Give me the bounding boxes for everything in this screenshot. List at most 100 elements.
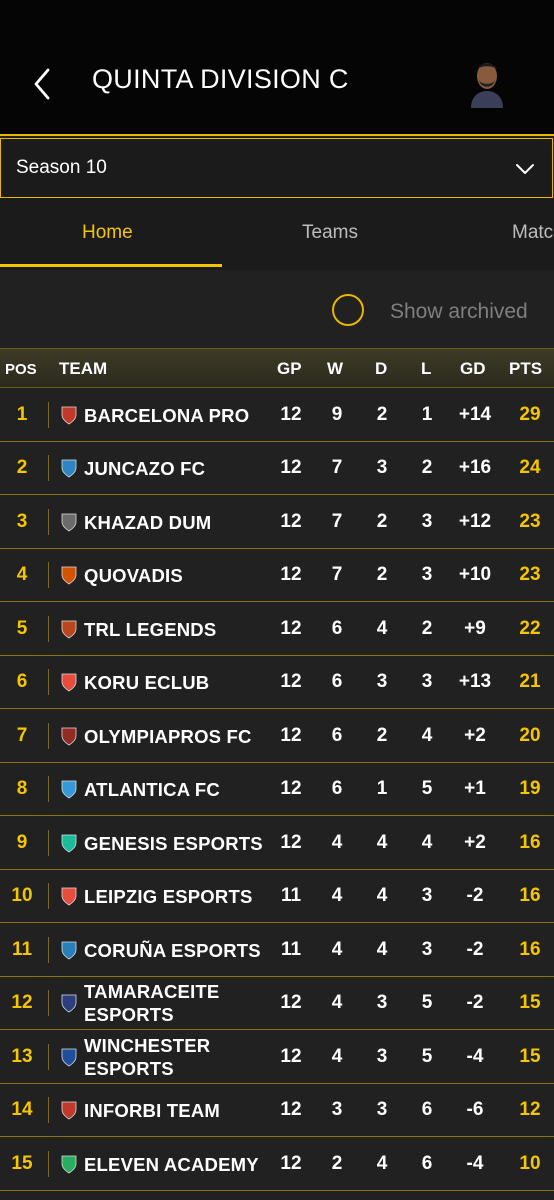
position-cell: 12 [11, 992, 33, 1014]
table-row[interactable]: 7 OLYMPIAPROS FC 12 6 2 4 +2 20 [0, 709, 554, 763]
show-archived-radio[interactable] [332, 294, 364, 326]
team-crest-icon [61, 406, 77, 425]
row-divider [48, 776, 49, 803]
points-cell: 16 [519, 831, 541, 853]
position-cell: 3 [16, 510, 28, 532]
team-name[interactable]: INFORBI TEAM [84, 1099, 220, 1122]
losses-cell: 6 [421, 1152, 433, 1174]
goal-difference-cell: +14 [458, 403, 492, 425]
games-played-cell: 12 [280, 510, 302, 532]
user-avatar-icon[interactable] [463, 56, 511, 108]
page-title: QUINTA DIVISION C [92, 64, 349, 94]
team-name[interactable]: BARCELONA PRO [84, 404, 249, 427]
team-name[interactable]: TRL LEGENDS [84, 618, 216, 641]
wins-cell: 9 [331, 403, 343, 425]
season-select[interactable]: Season 10 [0, 138, 553, 198]
header-d[interactable]: D [375, 359, 387, 379]
header-team[interactable]: TEAM [59, 359, 107, 379]
team-name[interactable]: ATLANTICA FC [84, 778, 220, 801]
team-name[interactable]: LEIPZIG ESPORTS [84, 885, 253, 908]
row-divider [48, 1097, 49, 1124]
table-row[interactable]: 1 BARCELONA PRO 12 9 2 1 +14 29 [0, 388, 554, 442]
header-pts[interactable]: PTS [509, 359, 542, 379]
table-row[interactable]: 12 TAMARACEITE ESPORTS 12 4 3 5 -2 15 [0, 976, 554, 1030]
row-divider [48, 1043, 49, 1070]
table-row[interactable]: 15 ELEVEN ACADEMY 12 2 4 6 -4 10 [0, 1137, 554, 1191]
header-l[interactable]: L [421, 359, 431, 379]
tab-home[interactable]: Home [82, 222, 133, 244]
header-pos[interactable]: POS [5, 361, 37, 378]
table-row[interactable]: 10 LEIPZIG ESPORTS 11 4 4 3 -2 16 [0, 869, 554, 923]
team-name[interactable]: KORU ECLUB [84, 671, 209, 694]
team-crest-icon [61, 941, 77, 960]
games-played-cell: 12 [280, 617, 302, 639]
games-played-cell: 12 [280, 992, 302, 1014]
row-divider [48, 883, 49, 910]
table-row[interactable]: 11 CORUÑA ESPORTS 11 4 4 3 -2 16 [0, 923, 554, 977]
draws-cell: 4 [376, 885, 388, 907]
table-row[interactable]: 4 QUOVADIS 12 7 2 3 +10 23 [0, 548, 554, 602]
games-played-cell: 11 [280, 885, 302, 907]
chevron-left-icon[interactable] [26, 62, 66, 106]
show-archived-toggle[interactable]: Show archived [0, 270, 554, 348]
team-name[interactable]: ELEVEN ACADEMY [84, 1153, 259, 1176]
points-cell: 15 [519, 1045, 541, 1067]
draws-cell: 2 [376, 510, 388, 532]
team-crest-icon [61, 620, 77, 639]
row-divider [48, 1150, 49, 1177]
wins-cell: 4 [331, 992, 343, 1014]
table-header: POS TEAM GP W D L GD PTS [0, 348, 554, 388]
team-name[interactable]: WINCHESTER ESPORTS [84, 1034, 210, 1080]
header-gp[interactable]: GP [277, 359, 302, 379]
games-played-cell: 12 [280, 671, 302, 693]
row-divider [48, 508, 49, 535]
team-crest-icon [61, 566, 77, 585]
position-cell: 8 [16, 778, 28, 800]
team-name[interactable]: OLYMPIAPROS FC [84, 725, 252, 748]
tab-matches[interactable]: Matc [512, 222, 553, 244]
wins-cell: 7 [331, 564, 343, 586]
team-crest-icon [61, 727, 77, 746]
tab-teams[interactable]: Teams [302, 222, 358, 244]
draws-cell: 4 [376, 831, 388, 853]
team-name[interactable]: JUNCAZO FC [84, 457, 205, 480]
losses-cell: 5 [421, 1045, 433, 1067]
wins-cell: 7 [331, 510, 343, 532]
app-header: QUINTA DIVISION C [0, 0, 554, 136]
team-name[interactable]: QUOVADIS [84, 564, 183, 587]
row-divider [48, 615, 49, 642]
table-row[interactable]: 14 INFORBI TEAM 12 3 3 6 -6 12 [0, 1083, 554, 1137]
games-played-cell: 12 [280, 1099, 302, 1121]
table-row[interactable]: 6 KORU ECLUB 12 6 3 3 +13 21 [0, 655, 554, 709]
wins-cell: 7 [331, 457, 343, 479]
wins-cell: 6 [331, 778, 343, 800]
table-row[interactable]: 8 ATLANTICA FC 12 6 1 5 +1 19 [0, 762, 554, 816]
team-name[interactable]: KHAZAD DUM [84, 511, 211, 534]
goal-difference-cell: -2 [466, 992, 484, 1014]
table-row[interactable]: 3 KHAZAD DUM 12 7 2 3 +12 23 [0, 495, 554, 549]
goal-difference-cell: -2 [466, 885, 484, 907]
team-name[interactable]: CORUÑA ESPORTS [84, 939, 261, 962]
draws-cell: 2 [376, 724, 388, 746]
games-played-cell: 12 [280, 1045, 302, 1067]
team-name[interactable]: GENESIS ESPORTS [84, 832, 263, 855]
draws-cell: 3 [376, 1045, 388, 1067]
wins-cell: 2 [331, 1152, 343, 1174]
table-row[interactable]: 9 GENESIS ESPORTS 12 4 4 4 +2 16 [0, 816, 554, 870]
goal-difference-cell: -4 [466, 1045, 484, 1067]
goal-difference-cell: +2 [464, 724, 486, 746]
header-gd[interactable]: GD [460, 359, 486, 379]
active-tab-indicator [0, 264, 222, 267]
team-name-line-1: WINCHESTER [84, 1034, 211, 1056]
team-crest-icon [61, 887, 77, 906]
position-cell: 1 [16, 403, 28, 425]
table-row[interactable]: 5 TRL LEGENDS 12 6 4 2 +9 22 [0, 602, 554, 656]
points-cell: 29 [519, 403, 541, 425]
header-w[interactable]: W [327, 359, 343, 379]
team-crest-icon [61, 513, 77, 532]
table-row[interactable]: 2 JUNCAZO FC 12 7 3 2 +16 24 [0, 441, 554, 495]
team-name[interactable]: TAMARACEITE ESPORTS [84, 980, 219, 1026]
goal-difference-cell: -2 [466, 938, 484, 960]
points-cell: 16 [519, 938, 541, 960]
table-row[interactable]: 13 WINCHESTER ESPORTS 12 4 3 5 -4 15 [0, 1030, 554, 1084]
